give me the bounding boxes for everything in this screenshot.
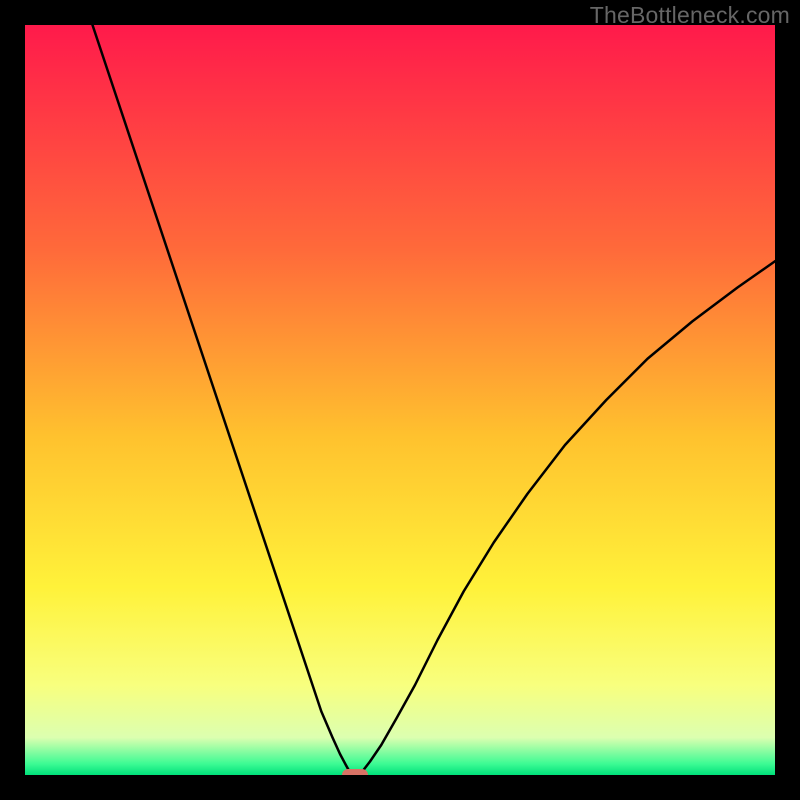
watermark-text: TheBottleneck.com	[590, 2, 790, 29]
chart-background	[25, 25, 775, 775]
plot-area	[25, 25, 775, 775]
chart-svg	[25, 25, 775, 775]
bottleneck-marker	[342, 769, 368, 775]
chart-frame: TheBottleneck.com	[0, 0, 800, 800]
